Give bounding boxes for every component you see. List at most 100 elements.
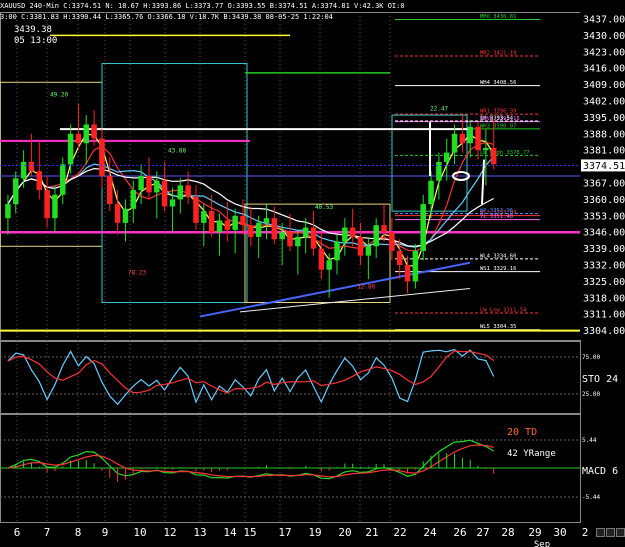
candle-body xyxy=(443,152,450,162)
candle-body xyxy=(263,218,270,223)
time-tick-label: 29 xyxy=(528,526,541,539)
price-annotation: 78.23 xyxy=(128,269,146,276)
candle-body xyxy=(396,250,403,266)
level-label: WH4 3408.56 xyxy=(480,80,516,86)
candles xyxy=(5,103,497,298)
price-axis-bg xyxy=(580,12,625,340)
price-tick-label: 3332.00 xyxy=(583,261,625,272)
candle-body xyxy=(107,176,113,205)
candle-body xyxy=(248,225,254,237)
sto-label: STO 24 xyxy=(582,374,618,385)
time-tick-label: 8 xyxy=(75,526,82,539)
level-label: WR1 3396.39 xyxy=(480,109,516,115)
level-label: WS1 3329.16 xyxy=(480,266,516,272)
price-tick-label: 3311.00 xyxy=(583,310,625,321)
candle-body xyxy=(36,171,43,191)
scroll-right-button[interactable] xyxy=(606,528,615,537)
time-tick-label: 12 xyxy=(163,526,176,539)
zoom-button[interactable] xyxy=(616,528,625,537)
candle-body xyxy=(60,164,66,195)
level-lines: MHO 3436.81MR2 3421.19WH4 3408.56WR1 339… xyxy=(0,14,580,332)
time-tick-label: 28 xyxy=(501,526,514,539)
candle-body xyxy=(404,265,411,282)
candle-body xyxy=(67,133,74,165)
candle-body xyxy=(349,227,356,237)
trendline xyxy=(199,261,471,318)
candle-body xyxy=(373,225,379,247)
candle-body xyxy=(483,147,489,151)
candle-body xyxy=(342,227,348,242)
candle-body xyxy=(28,161,35,172)
price-annotation: 40.53 xyxy=(315,204,333,211)
price-tick-label: 3318.00 xyxy=(583,293,625,304)
price-tick-label: 3367.00 xyxy=(583,179,625,190)
scroll-left-button[interactable] xyxy=(596,528,605,537)
candle-body xyxy=(114,204,121,223)
price-annotation: 22.47 xyxy=(430,105,448,112)
candle-body xyxy=(412,250,419,282)
bar-info-header: 3:00 C:3381.83 H:3390.44 L:3365.76 O:336… xyxy=(0,11,580,23)
level-label: WH3 3390.07 xyxy=(480,123,516,129)
price-tick-label: 3402.00 xyxy=(583,97,625,108)
candle-body xyxy=(310,227,317,249)
sto-tick-label: 25.00 xyxy=(582,391,600,398)
level-label: MR2 3421.19 xyxy=(480,51,516,57)
level-label: 1H 3393.54 xyxy=(480,115,514,121)
td-label: 20 TD xyxy=(507,427,537,438)
candle-body xyxy=(193,197,199,223)
time-tick-label: 6 xyxy=(14,526,21,539)
symbol-line: XAUUSD 240-Min C:3374.51 N: 18.67 H:3393… xyxy=(0,2,405,10)
macd-tick-label: -5.44 xyxy=(582,494,600,501)
time-axis[interactable]: 6 7 8 9 10 12 13 14 15 17 19 20 21 22 24 26 27 28 29 30 2 Sep xyxy=(14,526,589,547)
candle-body xyxy=(232,215,238,230)
time-tick-label: 30 xyxy=(553,526,566,539)
price-annotation: 49.20 xyxy=(50,91,68,98)
candle-body xyxy=(91,124,97,139)
macd-panel: 5.44 -5.44 MACD 6 20 TD 42 YRange xyxy=(0,427,618,501)
sto-panel-frame xyxy=(0,341,581,414)
candle-body xyxy=(279,232,285,240)
candle-body xyxy=(467,126,473,144)
candle-body xyxy=(169,199,176,207)
candle-body xyxy=(5,204,11,219)
price-tick-label: 3381.00 xyxy=(583,146,625,157)
time-tick-label: 9 xyxy=(102,526,109,539)
price-tick-label: 3346.00 xyxy=(583,228,625,239)
candle-body xyxy=(475,126,481,151)
candle-body xyxy=(295,236,301,247)
time-tick-label: 24 xyxy=(423,526,437,539)
time-tick-label: 21 xyxy=(365,526,378,539)
price-annotation: 32.88 xyxy=(357,283,375,290)
price-tick-label: 3423.00 xyxy=(583,47,625,58)
candle-body xyxy=(130,190,137,209)
candle-body xyxy=(240,215,246,226)
sto-k-line xyxy=(7,348,495,406)
price-tick-label: 3388.00 xyxy=(583,129,625,140)
price-tick-label: 3360.00 xyxy=(583,195,625,206)
sto-tick-label: 75.00 xyxy=(582,354,600,361)
price-tick-label: 3437.00 xyxy=(583,15,625,26)
candle-body xyxy=(318,248,325,270)
candle-body xyxy=(83,124,90,144)
price-axis[interactable]: 3437.00 3430.00 3423.00 3416.00 3409.00 3402.… xyxy=(580,12,625,340)
candle-body xyxy=(365,246,372,256)
level-label: WL4 3334.60 xyxy=(480,253,516,259)
level-label: WL5 3304.35 xyxy=(480,324,516,330)
candle-body xyxy=(75,133,82,144)
price-tick-label: 3430.00 xyxy=(583,31,625,42)
candle-body xyxy=(459,133,466,144)
time-tick-label: 2 xyxy=(582,526,589,539)
candle-body xyxy=(161,180,168,207)
time-tick-label: 10 xyxy=(133,526,146,539)
candle-body xyxy=(44,190,50,219)
zones xyxy=(0,63,468,304)
yrange-label: 42 YRange xyxy=(507,449,556,459)
candle-body xyxy=(271,218,278,240)
time-tick-label: 22 xyxy=(393,526,406,539)
bar-info-line: 3:00 C:3381.83 H:3390.44 L:3365.76 O:336… xyxy=(0,13,333,21)
candle-body xyxy=(138,176,144,191)
candle-body xyxy=(208,211,215,233)
candle-body xyxy=(451,133,458,153)
price-tick-label: 3304.00 xyxy=(583,326,625,337)
price-tick-label: 3353.00 xyxy=(583,211,625,222)
